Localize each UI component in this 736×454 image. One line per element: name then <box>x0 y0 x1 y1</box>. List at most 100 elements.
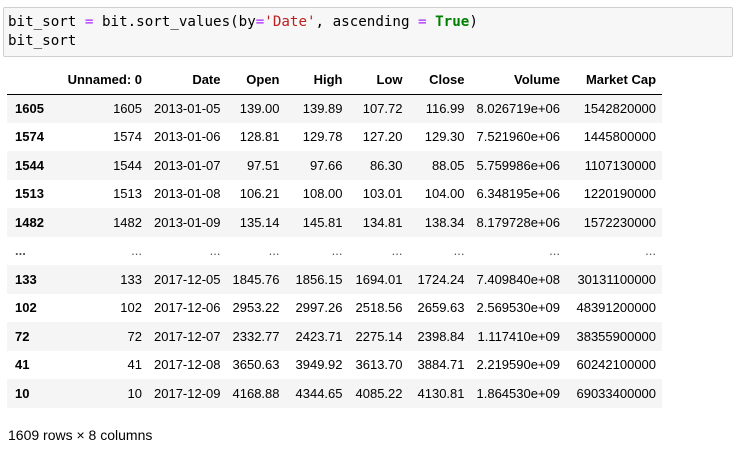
table-cell: 38355900000 <box>576 328 657 344</box>
code-line-2: bit_sort <box>8 33 77 49</box>
code-cell-input[interactable]: bit_sort = bit.sort_values(by='Date', as… <box>3 7 733 57</box>
table-row: 1513 1513 2013-01-08 106.21 108.00 103.01 104.… <box>7 179 663 208</box>
table-row: 102 102 2017-12-06 2953.22 2997.26 2518.56 265… <box>7 293 663 322</box>
table-row: 41 41 2017-12-08 3650.63 3949.92 3613.70 3884.… <box>7 350 663 379</box>
row-index: 102 <box>15 300 37 316</box>
code-line-1: bit_sort = bit.sort_values(by='Date', as… <box>8 14 478 30</box>
table-cell: 7.409840e+08 <box>476 271 561 287</box>
table-cell: ... <box>645 243 657 259</box>
table-cell: 10 <box>127 385 142 401</box>
column-header: Low <box>348 66 409 95</box>
table-row: 1605 1605 2013-01-05 139.00 139.89 107.72 116.… <box>7 94 663 123</box>
table-cell: 1445800000 <box>583 129 657 145</box>
table-cell: 1482 <box>113 214 142 230</box>
table-cell: 2017-12-06 <box>154 300 221 316</box>
row-index: 1574 <box>15 129 44 145</box>
table-cell: 138.34 <box>424 214 465 230</box>
table-cell: 1724.24 <box>417 271 465 287</box>
table-cell: 30131100000 <box>577 271 657 287</box>
table-cell: 4168.88 <box>232 385 280 401</box>
table-cell: 145.81 <box>302 214 343 230</box>
table-cell: 2017-12-08 <box>154 357 221 373</box>
table-cell: 2013-01-07 <box>154 157 221 173</box>
table-cell: 2659.63 <box>417 300 465 316</box>
table-cell: 1.864530e+09 <box>476 385 561 401</box>
column-header: Close <box>408 66 471 95</box>
row-index: 1482 <box>15 214 44 230</box>
table-cell: 1694.01 <box>355 271 403 287</box>
column-header: Date <box>148 66 227 95</box>
table-cell: 86.30 <box>369 157 403 173</box>
table-cell: 4130.81 <box>417 385 465 401</box>
table-cell: 97.51 <box>246 157 280 173</box>
table-cell: ... <box>391 243 403 259</box>
table-row: 10 10 2017-12-09 4168.88 4344.65 4085.22 4130.… <box>7 379 663 408</box>
table-row: 133 133 2017-12-05 1845.76 1856.15 1694.01 172… <box>7 265 663 294</box>
table-row: 72 72 2017-12-07 2332.77 2423.71 2275.14 2398.… <box>7 322 663 351</box>
table-cell: 116.99 <box>425 101 465 116</box>
table-header-row: Unnamed: 0 Date Open High Low Close Volume Mark… <box>7 66 663 95</box>
column-header: High <box>285 66 349 95</box>
table-cell: 2013-01-08 <box>154 186 221 202</box>
table-cell: 5.759986e+06 <box>476 157 561 173</box>
table-cell: 1845.76 <box>232 271 280 287</box>
table-cell: 134.81 <box>362 214 403 230</box>
table-cell: 3949.92 <box>295 357 343 373</box>
table-cell: 129.78 <box>302 129 343 145</box>
table-cell: 2017-12-05 <box>154 271 221 287</box>
table-cell: 1574 <box>113 129 142 145</box>
row-index: ... <box>15 243 26 259</box>
row-index: 10 <box>15 385 30 401</box>
row-index: 72 <box>15 328 30 344</box>
ellipsis-row: ........................... <box>7 236 663 265</box>
table-cell: 128.81 <box>239 129 280 145</box>
column-header: Open <box>226 66 286 95</box>
table-cell: 3650.63 <box>232 357 280 373</box>
table-cell: 2013-01-05 <box>154 101 221 116</box>
table-cell: 2.219590e+09 <box>476 357 561 373</box>
index-header <box>7 66 52 95</box>
row-index: 133 <box>15 271 37 287</box>
table-cell: 6.348195e+06 <box>476 186 561 202</box>
table-cell: ... <box>209 243 221 259</box>
table-cell: 104.00 <box>424 186 465 202</box>
dataframe-shape-footer: 1609 rows × 8 columns <box>8 427 153 443</box>
table-cell: 139.00 <box>239 101 280 116</box>
table-row: 1544 1544 2013-01-07 97.51 97.66 86.30 88.05 5.… <box>7 151 663 180</box>
table-body: 1605 1605 2013-01-05 139.00 139.89 107.72 116.… <box>7 94 663 408</box>
table-cell: 3613.70 <box>355 357 403 373</box>
table-cell: 1107130000 <box>584 157 657 173</box>
table-cell: 2275.14 <box>355 328 403 344</box>
table-cell: 8.179728e+06 <box>476 214 561 230</box>
dataframe-table: Unnamed: 0 Date Open High Low Close Volume Mark… <box>7 66 663 408</box>
table-cell: 2997.26 <box>295 300 343 316</box>
table-cell: 139.89 <box>302 101 343 116</box>
table-cell: 2518.56 <box>355 300 403 316</box>
table-cell: 1513 <box>113 186 142 202</box>
table-row: 1482 1482 2013-01-09 135.14 145.81 134.81 138.… <box>7 208 663 237</box>
table-cell: 1.117410e+09 <box>477 328 561 344</box>
table-cell: ... <box>453 243 465 259</box>
table-cell: 135.14 <box>239 214 280 230</box>
row-index: 1605 <box>15 101 44 116</box>
column-header: Volume <box>470 66 567 95</box>
table-cell: 69033400000 <box>576 385 657 401</box>
table-cell: 1220190000 <box>583 186 657 202</box>
table-cell: 7.521960e+06 <box>476 129 561 145</box>
table-cell: 106.21 <box>239 186 280 202</box>
row-index: 1544 <box>15 157 44 173</box>
table-cell: 127.20 <box>362 129 403 145</box>
table-cell: 88.05 <box>431 157 465 173</box>
table-cell: 41 <box>127 357 142 373</box>
row-index: 41 <box>15 357 30 373</box>
table-cell: 4344.65 <box>295 385 343 401</box>
table-cell: 2332.77 <box>232 328 280 344</box>
table-cell: 103.01 <box>362 186 403 202</box>
table-cell: 108.00 <box>302 186 343 202</box>
table-cell: 1605 <box>113 101 142 116</box>
table-cell: 2.569530e+09 <box>476 300 561 316</box>
table-cell: ... <box>549 243 561 259</box>
table-cell: 2017-12-07 <box>154 328 221 344</box>
table-cell: 1542820000 <box>583 101 657 116</box>
table-cell: 102 <box>120 300 142 316</box>
